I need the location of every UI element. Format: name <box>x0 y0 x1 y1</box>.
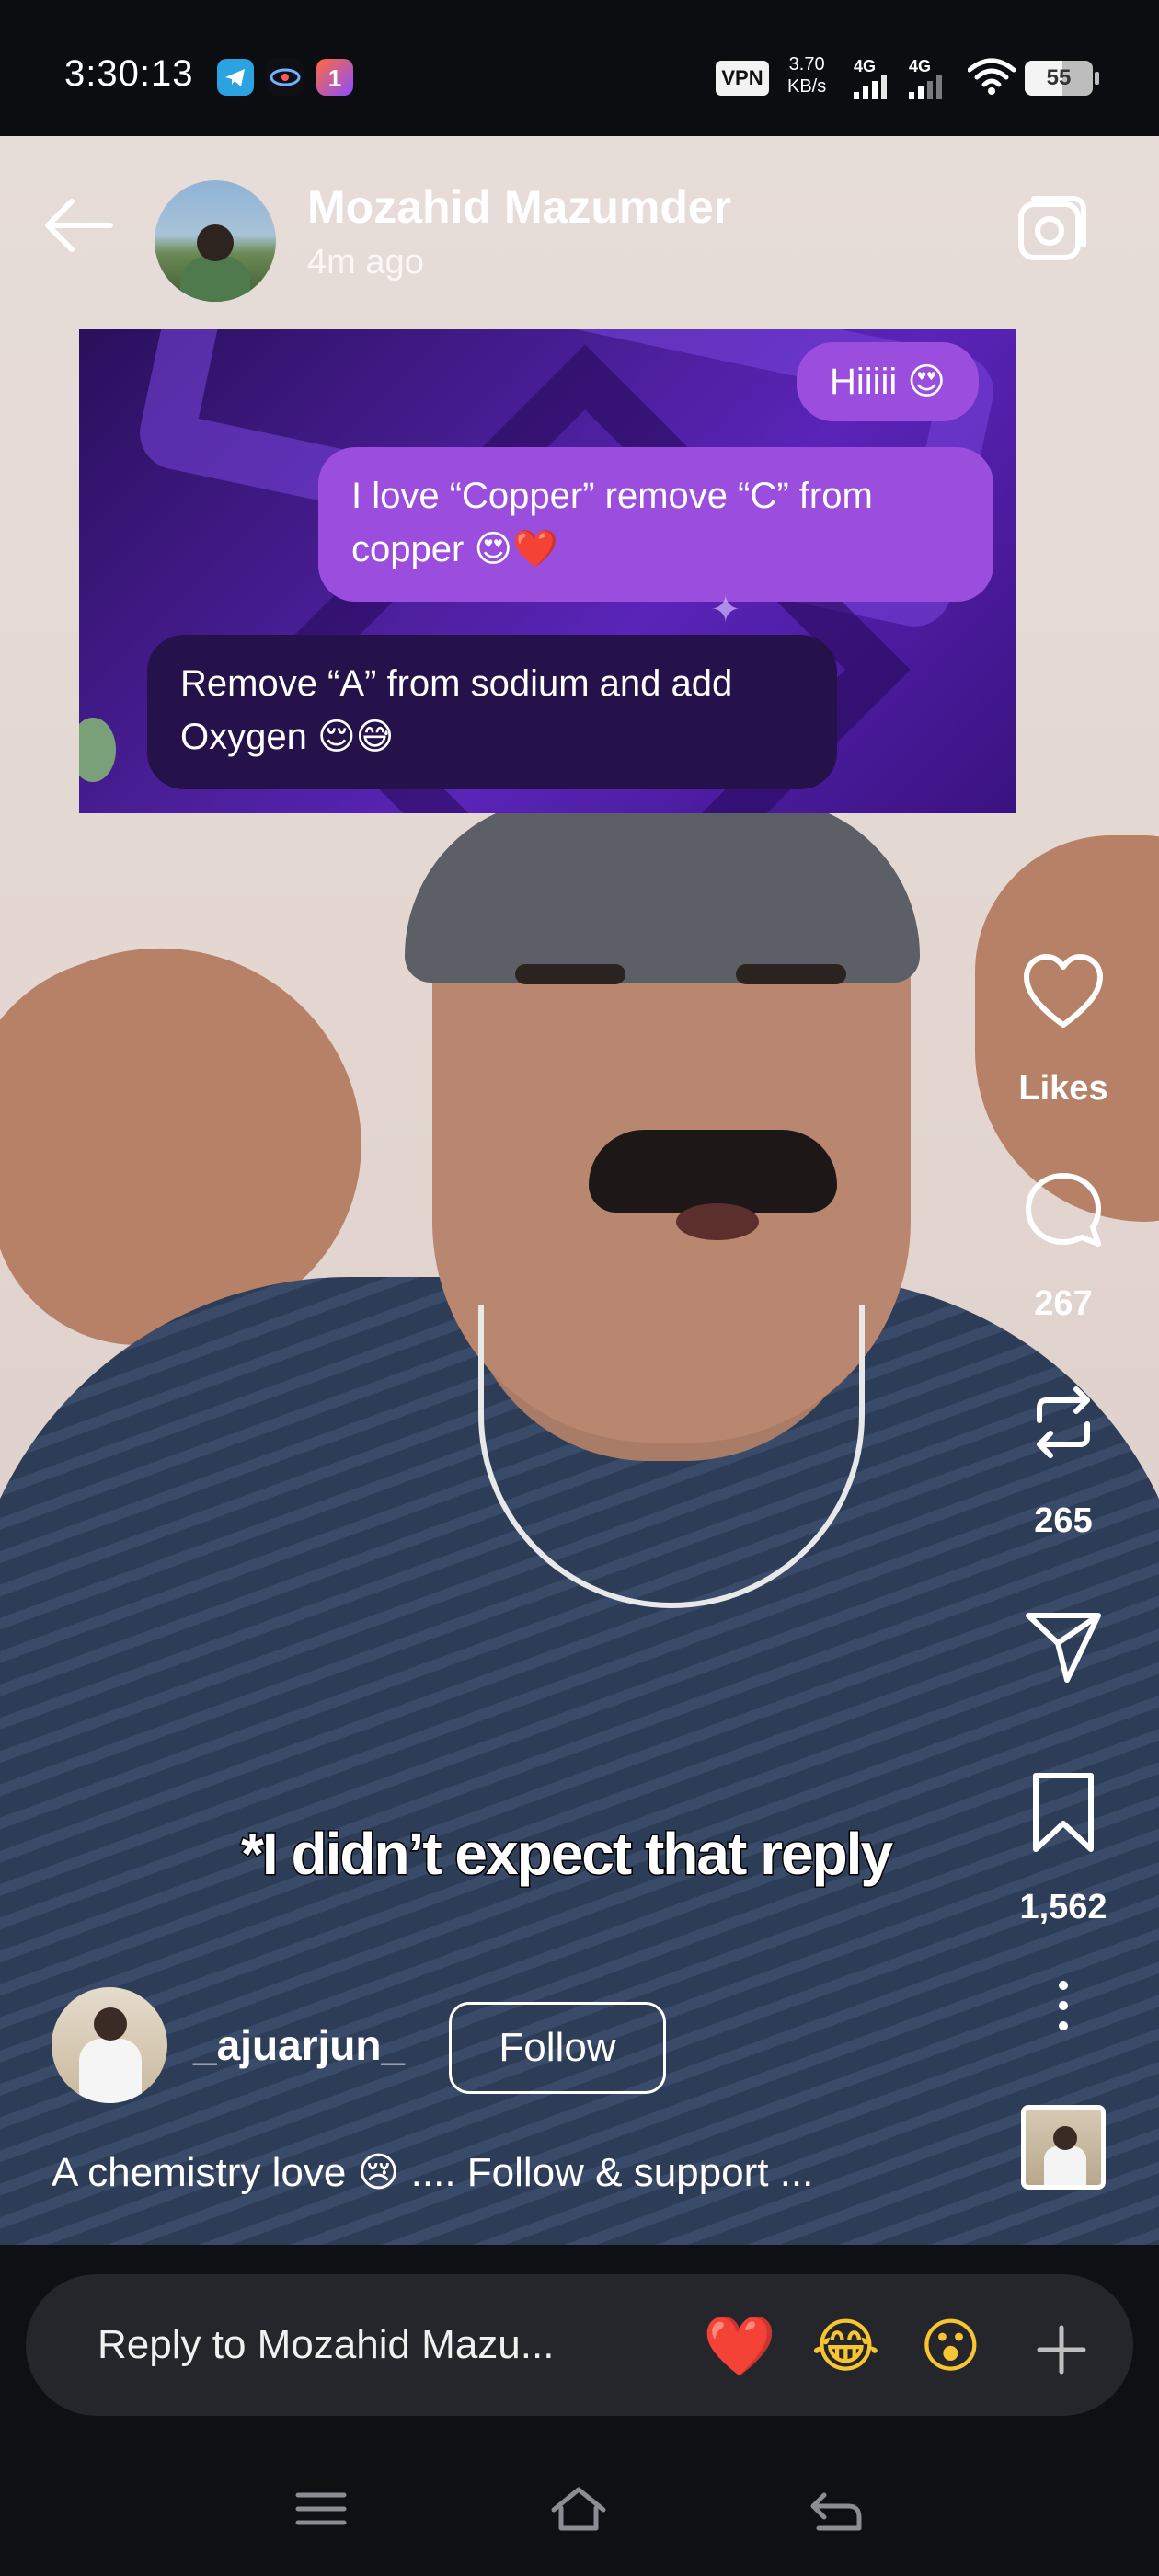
video-brow-right <box>736 964 846 984</box>
home-nav-icon[interactable] <box>548 2484 609 2534</box>
chat-screenshot-sticker: Hiiiii 😍 I love “Copper” remove “C” from… <box>79 329 1016 813</box>
post-description[interactable]: A chemistry love 😢 .... Follow & support… <box>52 2149 813 2196</box>
chat-bubble-outgoing-2: I love “Copper” remove “C” from copper 😍… <box>318 447 993 602</box>
repost-icon[interactable] <box>1021 1380 1106 1465</box>
heart-icon[interactable] <box>1021 951 1106 1036</box>
telegram-icon <box>217 59 254 96</box>
game-app-icon <box>267 59 304 96</box>
story-time-ago: 4m ago <box>307 243 424 282</box>
battery-level: 55 <box>1046 65 1072 90</box>
story-username[interactable]: Mozahid Mazumder <box>307 180 731 234</box>
saves-count: 1,562 <box>1019 1888 1107 1926</box>
plus-icon[interactable] <box>1036 2324 1087 2375</box>
menu-nav-icon[interactable] <box>291 2484 351 2534</box>
audio-thumbnail[interactable] <box>1021 2105 1106 2190</box>
comment-icon[interactable] <box>1021 1168 1106 1253</box>
app-store-icon: 1 <box>316 59 353 96</box>
chat-bubble-outgoing-2-line2: copper 😍❤️ <box>351 529 558 569</box>
comments-count: 267 <box>1034 1284 1093 1323</box>
signal-type-label: 4G <box>854 57 877 75</box>
battery-nub <box>1095 72 1099 85</box>
camera-icon[interactable] <box>1016 191 1089 265</box>
sparkle-decoration: ✦ <box>710 590 741 630</box>
back-nav-icon[interactable] <box>806 2484 866 2534</box>
quick-reaction-laugh[interactable]: 😂 <box>811 2315 880 2379</box>
chat-bubble-outgoing-1: Hiiiii 😍 <box>797 342 980 421</box>
post-author-avatar[interactable] <box>52 1987 167 2103</box>
network-speed-value: 3.70 <box>788 54 825 75</box>
chat-bubble-incoming-1-line1: Remove “A” from sodium and add <box>180 663 733 704</box>
chat-bubble-incoming-1: Remove “A” from sodium and add Oxygen 😌😅 <box>147 635 837 789</box>
chat-bubble-incoming-1-line2: Oxygen 😌😅 <box>180 717 395 757</box>
network-speed-unit: KB/s <box>787 76 827 97</box>
video-mustache <box>589 1130 837 1213</box>
vpn-badge: VPN <box>716 61 769 96</box>
battery-icon: 55 <box>1025 61 1093 96</box>
reposts-count: 265 <box>1034 1501 1093 1540</box>
likes-label: Likes <box>1018 1069 1108 1108</box>
wifi-icon <box>968 58 1016 95</box>
video-caption: *I didn’t expect that reply <box>239 1820 894 1889</box>
follow-button[interactable]: Follow <box>449 2002 666 2094</box>
back-arrow-icon[interactable] <box>37 193 120 258</box>
signal-strength-icon-2: 4G <box>909 57 957 99</box>
status-bar: 3:30:13 1 VPN 3.70 KB/s 4G 4G 55 <box>0 0 1159 136</box>
signal-strength-icon: 4G <box>854 57 901 99</box>
bookmark-icon[interactable] <box>1021 1770 1106 1855</box>
signal-type-label-2: 4G <box>909 57 932 75</box>
video-brow-left <box>515 964 625 984</box>
video-hair <box>405 799 920 983</box>
network-speed: 3.70 KB/s <box>787 53 826 98</box>
sender-avatar-partial <box>79 718 116 782</box>
share-icon[interactable] <box>1021 1603 1106 1687</box>
video-mouth <box>676 1203 759 1240</box>
quick-reaction-wow[interactable]: 😮 <box>920 2315 981 2379</box>
reply-input[interactable]: Reply to Mozahid Mazu... <box>98 2322 554 2368</box>
quick-reaction-heart[interactable]: ❤️ <box>703 2315 776 2379</box>
status-time: 3:30:13 <box>64 53 194 94</box>
chat-bubble-outgoing-2-line1: I love “Copper” remove “C” from <box>351 476 873 516</box>
more-options-icon[interactable] <box>1052 1978 1074 2033</box>
story-author-avatar[interactable] <box>155 180 276 302</box>
svg-text:1: 1 <box>328 64 341 92</box>
post-author-name[interactable]: _ajuarjun_ <box>193 2020 405 2070</box>
